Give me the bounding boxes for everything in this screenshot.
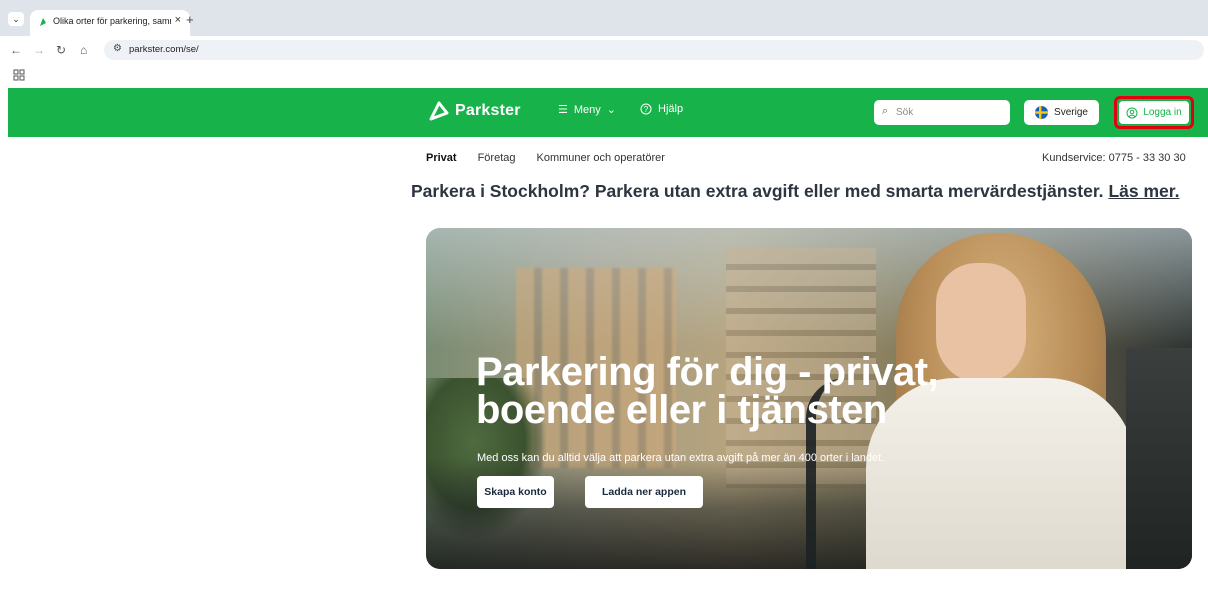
reload-icon[interactable]: ↻ — [56, 43, 66, 57]
promo-text: Parkera i Stockholm? Parkera utan extra … — [411, 181, 1104, 201]
customer-service-phone[interactable]: Kundservice: 0775 - 33 30 30 — [1042, 152, 1186, 164]
site-settings-icon[interactable]: ⚙ — [113, 43, 122, 54]
hero-heading-line: Parkering för dig - privat, — [476, 350, 939, 394]
search-icon: ⌕ — [882, 105, 889, 117]
read-more-link[interactable]: Läs mer. — [1108, 181, 1179, 201]
home-icon[interactable]: ⌂ — [80, 43, 87, 57]
hero-banner: Parkering för dig - privat, boende eller… — [426, 228, 1192, 569]
bookmarks-bar — [0, 66, 1208, 86]
sweden-flag-icon — [1035, 106, 1049, 119]
nav-item-privat[interactable]: Privat — [426, 152, 457, 164]
url-text: parkster.com/se/ — [129, 44, 199, 55]
hero-heading-line: boende eller i tjänsten — [476, 388, 887, 432]
audience-nav: Privat Företag Kommuner och operatörer — [426, 152, 665, 164]
svg-text:?: ? — [644, 105, 649, 114]
back-icon[interactable]: ← — [10, 43, 22, 57]
nav-item-foretag[interactable]: Företag — [478, 152, 516, 164]
close-icon[interactable]: × — [175, 14, 181, 26]
parkster-logo-icon — [429, 101, 449, 121]
hero-person-face — [936, 263, 1026, 383]
promo-banner: Parkera i Stockholm? Parkera utan extra … — [411, 181, 1179, 202]
nav-item-kommuner[interactable]: Kommuner och operatörer — [537, 152, 665, 164]
browser-tab[interactable]: Olika orter för parkering, samm × — [30, 10, 190, 36]
hero-subtext: Med oss kan du alltid välja att parkera … — [477, 452, 885, 464]
create-account-button[interactable]: Skapa konto — [477, 476, 554, 508]
tab-title: Olika orter för parkering, samm — [53, 16, 171, 26]
search-input[interactable] — [896, 100, 1006, 125]
tab-search-dropdown-icon[interactable]: ⌄ — [8, 12, 24, 26]
url-field[interactable]: ⚙ parkster.com/se/ — [104, 40, 1204, 60]
browser-address-bar: ← → ↻ ⌂ ⚙ parkster.com/se/ — [0, 36, 1208, 66]
country-label: Sverige — [1054, 107, 1088, 118]
help-circle-icon: ? — [640, 103, 652, 115]
login-button[interactable]: Logga in — [1119, 101, 1189, 124]
country-selector-button[interactable]: Sverige — [1024, 100, 1099, 125]
hamburger-icon: ☰ — [558, 104, 568, 116]
download-app-button[interactable]: Ladda ner appen — [585, 476, 703, 508]
apps-grid-icon[interactable] — [13, 69, 25, 81]
new-tab-icon[interactable]: + — [186, 13, 194, 26]
help-link[interactable]: ? Hjälp — [640, 103, 683, 115]
brand-name: Parkster — [455, 102, 521, 119]
chevron-down-icon: ⌄ — [606, 104, 616, 116]
parkster-favicon-icon — [40, 18, 46, 26]
hero-car-roof — [1126, 348, 1192, 569]
browser-tab-bar: ⌄ Olika orter för parkering, samm × + — [0, 0, 1208, 36]
menu-label: Meny — [573, 103, 601, 116]
user-circle-icon — [1126, 107, 1138, 118]
site-header: Parkster ☰ Meny ⌄ ? Hjälp ⌕ Sverige — [8, 88, 1208, 137]
hero-heading: Parkering för dig - privat, boende eller… — [476, 350, 946, 432]
menu-button[interactable]: ☰ Meny ⌄ — [558, 103, 616, 117]
parkster-logo[interactable]: Parkster — [428, 101, 521, 121]
search-box[interactable]: ⌕ — [874, 100, 1010, 125]
forward-icon[interactable]: → — [33, 43, 45, 57]
help-label: Hjälp — [658, 103, 684, 115]
login-label: Logga in — [1143, 107, 1182, 118]
login-highlight-outline: Logga in — [1114, 96, 1194, 129]
